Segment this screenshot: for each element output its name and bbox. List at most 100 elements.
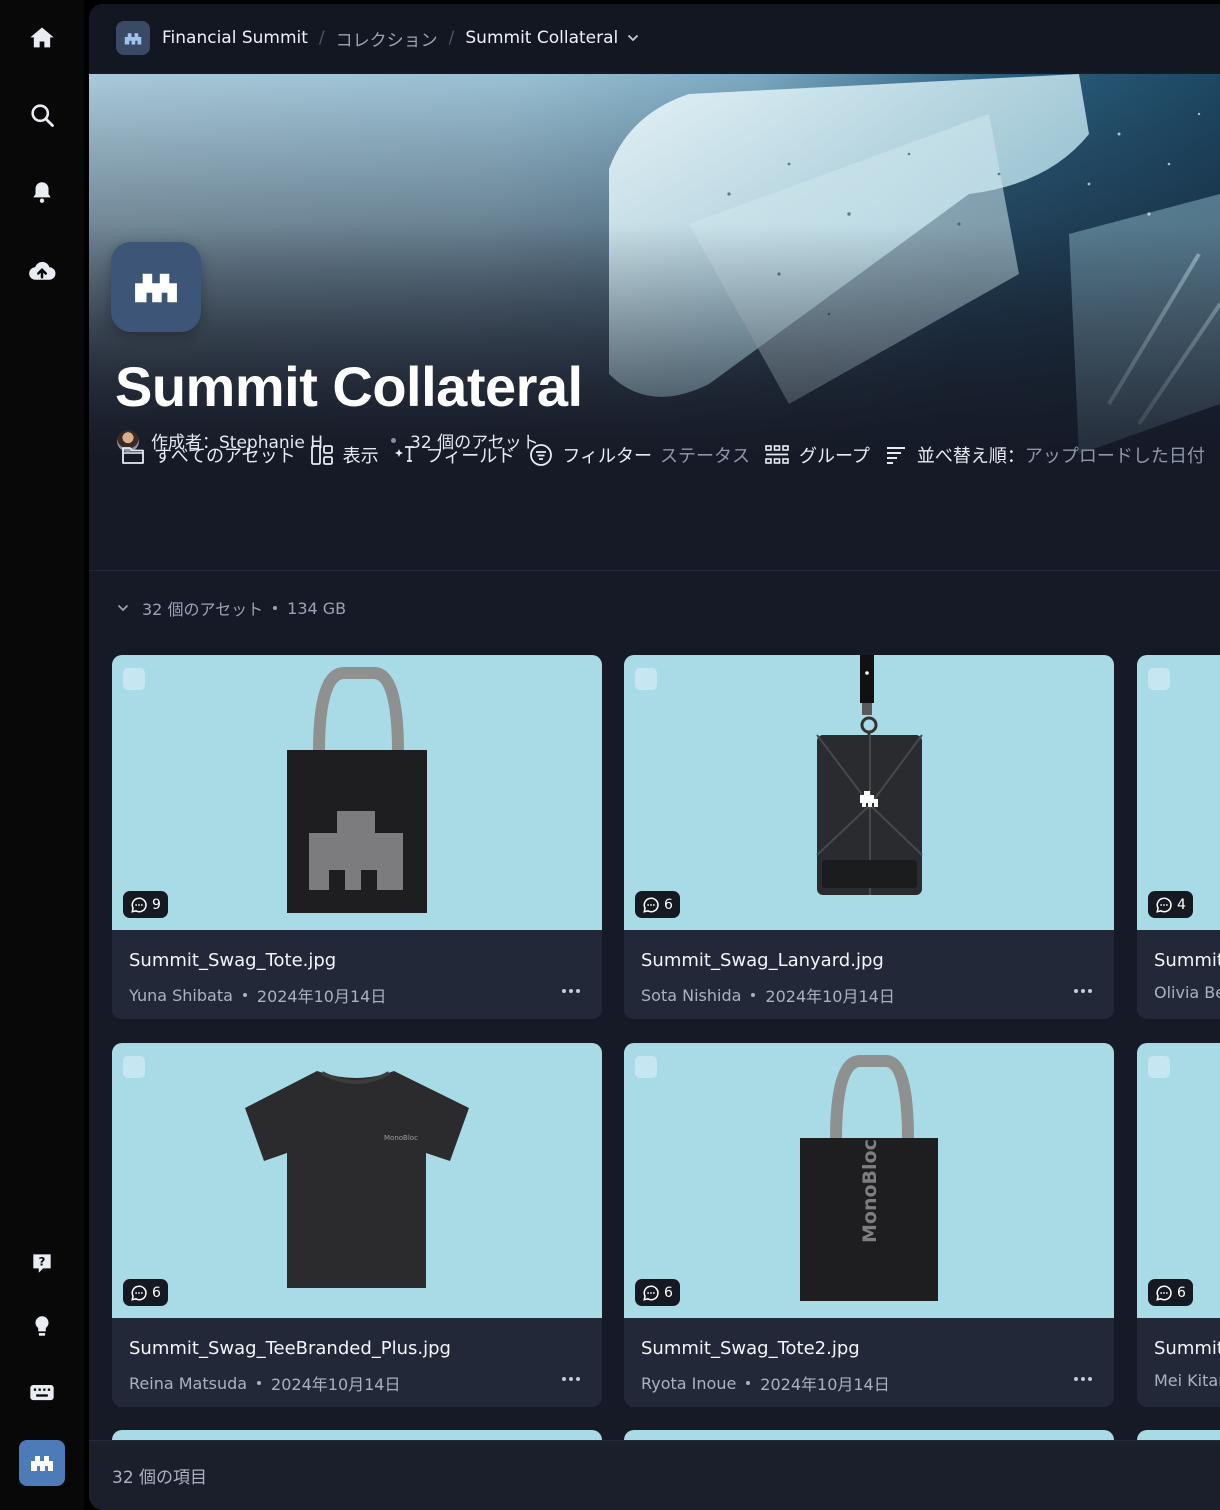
breadcrumb-workspace[interactable]: Financial Summit	[162, 28, 308, 48]
brand-logo-icon[interactable]	[19, 1440, 65, 1486]
view-button[interactable]: 表示	[310, 442, 379, 468]
select-checkbox[interactable]	[1148, 1056, 1170, 1078]
asset-card[interactable]: 4 Summit Olivia Ber	[1137, 655, 1220, 1019]
breadcrumb-collections[interactable]: コレクション	[336, 26, 438, 51]
comment-icon	[643, 896, 659, 913]
summary-separator	[273, 606, 278, 610]
group-icon	[765, 445, 789, 464]
collection-toolbar: すべてのアセット 表示 フィールド フィルター ステータス グループ 並べ替え順…	[121, 442, 1219, 468]
filter-button[interactable]: フィルター ステータス	[529, 442, 750, 468]
upload-cloud-icon[interactable]	[24, 253, 60, 289]
comment-count-badge[interactable]: 6	[635, 891, 680, 918]
comment-icon	[1156, 1284, 1172, 1301]
select-checkbox[interactable]	[635, 668, 657, 690]
select-checkbox[interactable]	[1148, 668, 1170, 690]
comment-count-badge[interactable]: 6	[1148, 1279, 1193, 1306]
select-checkbox[interactable]	[123, 668, 145, 690]
comment-count: 4	[1177, 896, 1186, 913]
comment-count: 6	[152, 1284, 161, 1301]
collection-title: Summit Collateral	[115, 355, 583, 418]
more-options-icon[interactable]	[1074, 989, 1092, 993]
asset-name[interactable]: Summit	[1154, 1338, 1220, 1359]
folder-icon	[122, 447, 144, 464]
layout-icon	[310, 445, 333, 465]
breadcrumb: Financial Summit / コレクション / Summit Colla…	[89, 4, 1220, 72]
sort-label: 並べ替え順：	[916, 446, 1025, 467]
asset-name[interactable]: Summit_Swag_TeeBranded_Plus.jpg	[129, 1338, 451, 1359]
more-options-icon[interactable]	[562, 989, 580, 993]
select-checkbox[interactable]	[123, 1056, 145, 1078]
comment-count-badge[interactable]: 6	[635, 1279, 680, 1306]
asset-thumbnail[interactable]: 6	[624, 655, 1114, 930]
asset-meta: Ryota Inoue 2024年10月14日	[641, 1371, 890, 1395]
item-count: 32 個の項目	[112, 1468, 208, 1488]
asset-author: Olivia Ber	[1154, 983, 1220, 1002]
all-assets-button[interactable]: すべてのアセット	[121, 442, 296, 468]
footer-status: 32 個の項目	[89, 1440, 1220, 1510]
all-assets-label: すべてのアセット	[154, 446, 296, 467]
lightbulb-icon[interactable]	[24, 1308, 60, 1344]
asset-meta: Sota Nishida 2024年10月14日	[641, 983, 895, 1007]
hero-cover-image	[89, 74, 1220, 570]
search-icon[interactable]	[24, 97, 60, 133]
asset-thumbnail[interactable]: MonoBloc 6	[112, 1043, 602, 1318]
select-checkbox[interactable]	[635, 1056, 657, 1078]
svg-text:?: ?	[39, 1255, 46, 1269]
chevron-down-icon[interactable]	[627, 34, 639, 42]
sort-value: アップロードした日付	[1024, 446, 1205, 467]
tshirt-brand: MonoBloc	[384, 1134, 418, 1142]
asset-thumbnail[interactable]: MonoBloc 6	[624, 1043, 1114, 1318]
asset-summary[interactable]: 32 個のアセット 134 GB	[117, 596, 346, 620]
comment-count-badge[interactable]: 9	[123, 891, 168, 918]
more-options-icon[interactable]	[562, 1377, 580, 1381]
asset-name[interactable]: Summit_Swag_Tote2.jpg	[641, 1338, 860, 1359]
breadcrumb-separator: /	[448, 28, 455, 48]
group-label: グループ	[798, 446, 870, 467]
home-icon[interactable]	[24, 20, 60, 56]
comment-count-badge[interactable]: 6	[123, 1279, 168, 1306]
asset-card[interactable]: 6 Summit Mei Kitar	[1137, 1043, 1220, 1407]
filter-value: ステータス	[659, 446, 750, 467]
comment-count: 6	[1177, 1284, 1186, 1301]
comment-count-badge[interactable]: 4	[1148, 891, 1193, 918]
asset-meta: Olivia Ber	[1154, 983, 1220, 1002]
asset-thumbnail[interactable]: 6	[1137, 1043, 1220, 1318]
summary-count: 32 個のアセット	[142, 600, 264, 619]
more-options-icon[interactable]	[1074, 1377, 1092, 1381]
filter-label: フィルター	[562, 446, 652, 467]
asset-card[interactable]: MonoBloc 6 Summit_Swag_TeeBranded_Plus.j…	[112, 1043, 602, 1407]
asset-author: Yuna Shibata	[129, 985, 233, 1005]
sort-button[interactable]: 並べ替え順： アップロードした日付	[884, 442, 1205, 468]
asset-meta: Reina Matsuda 2024年10月14日	[129, 1371, 401, 1395]
workspace-logo-icon[interactable]	[116, 21, 150, 55]
group-button[interactable]: グループ	[764, 442, 870, 468]
fields-button[interactable]: フィールド	[393, 442, 515, 468]
asset-author: Sota Nishida	[641, 985, 742, 1005]
asset-card[interactable]: 9 Summit_Swag_Tote.jpg Yuna Shibata 2024年…	[112, 655, 602, 1019]
keyboard-icon[interactable]	[24, 1374, 60, 1410]
asset-name[interactable]: Summit_Swag_Tote.jpg	[129, 950, 336, 971]
tote-bag-image: MonoBloc	[800, 1055, 938, 1301]
breadcrumb-current[interactable]: Summit Collateral	[465, 28, 618, 48]
chevron-down-icon[interactable]	[117, 604, 129, 612]
comment-icon	[643, 1284, 659, 1301]
asset-card[interactable]: MonoBloc 6 Summit_Swag_Tote2.jpg Ryota I…	[624, 1043, 1114, 1407]
asset-thumbnail[interactable]: 4	[1137, 655, 1220, 930]
help-icon[interactable]: ?	[24, 1245, 60, 1281]
asset-author: Reina Matsuda	[129, 1373, 248, 1393]
asset-meta: Mei Kitar	[1154, 1371, 1220, 1390]
comment-count: 6	[664, 1284, 673, 1301]
comment-count: 6	[664, 896, 673, 913]
comment-icon	[131, 1284, 147, 1301]
fields-icon	[394, 446, 414, 462]
asset-name[interactable]: Summit_Swag_Lanyard.jpg	[641, 950, 884, 971]
filter-icon	[530, 444, 553, 466]
asset-thumbnail[interactable]: 9	[112, 655, 602, 930]
asset-name[interactable]: Summit	[1154, 950, 1220, 971]
asset-author: Ryota Inoue	[641, 1373, 737, 1393]
bell-icon[interactable]	[24, 174, 60, 210]
tote-bag-image	[287, 667, 427, 913]
asset-date: 2024年10月14日	[765, 987, 895, 1006]
asset-card[interactable]: 6 Summit_Swag_Lanyard.jpg Sota Nishida 20…	[624, 655, 1114, 1019]
breadcrumb-separator: /	[318, 28, 325, 48]
